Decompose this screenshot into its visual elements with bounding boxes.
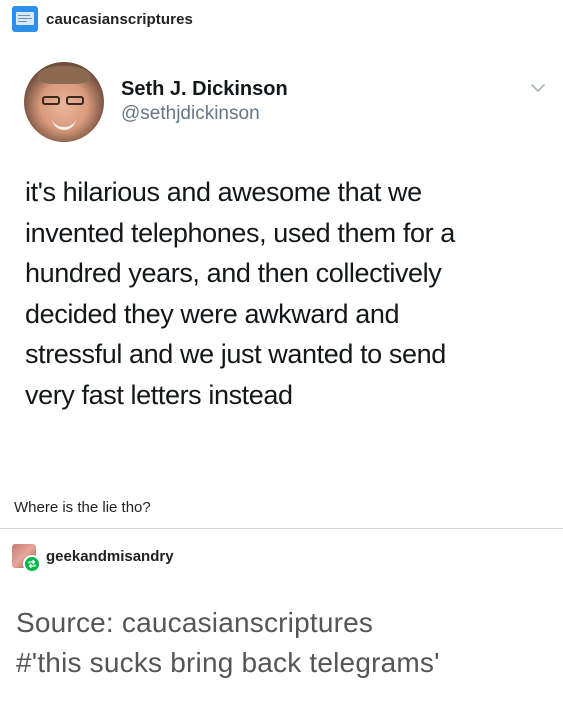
tweet-author-name: Seth J. Dickinson [121,78,288,100]
tag-link[interactable]: #'this sucks bring back telegrams' [16,643,440,683]
divider [0,528,563,529]
blog-avatar[interactable] [12,6,38,32]
tumblr-post: caucasianscriptures Seth J. Dickinson @s… [0,0,563,706]
reblog-icon [23,555,41,573]
source-link[interactable]: Source: caucasianscriptures [16,603,440,643]
chevron-down-icon [531,84,545,92]
tweet-screenshot: Seth J. Dickinson @sethjdickinson it's h… [0,44,563,484]
tweet-author-handle: @sethjdickinson [121,103,260,124]
post-tags: Source: caucasianscriptures #'this sucks… [16,603,440,683]
tweet-author-avatar [24,62,104,142]
tweet-author: Seth J. Dickinson @sethjdickinson [121,77,288,126]
reblog-header: geekandmisandry [12,543,174,573]
id-card-icon [16,12,34,25]
post-header: caucasianscriptures [12,6,193,32]
reblogger-avatar[interactable] [12,544,41,573]
reblogger-name[interactable]: geekandmisandry [46,548,174,565]
blog-name[interactable]: caucasianscriptures [46,11,193,28]
tweet-text: it's hilarious and awesome that we inven… [25,177,455,410]
post-caption: Where is the lie tho? [14,499,151,516]
